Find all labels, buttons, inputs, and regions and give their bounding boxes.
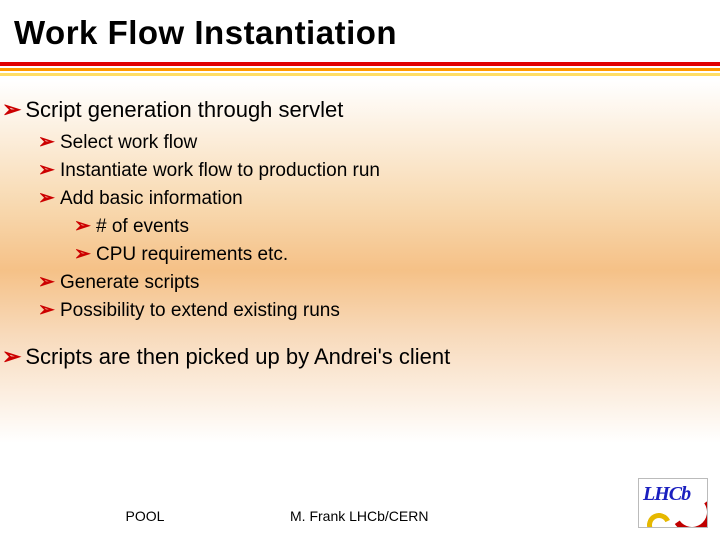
logo-swoosh-yellow — [644, 510, 675, 528]
bullet-l1: ➢Scripts are then picked up by Andrei's … — [20, 343, 700, 370]
spacer — [20, 325, 700, 343]
bullet-l1: ➢Script generation through servlet — [20, 96, 700, 123]
bullet-text: Generate scripts — [60, 272, 199, 293]
arrow-icon: ➢ — [20, 96, 21, 123]
bullet-l2: ➢Select work flow — [56, 129, 700, 154]
bullet-text: Script generation through servlet — [25, 97, 343, 122]
title-underline — [0, 62, 720, 76]
bullet-text: Select work flow — [60, 132, 197, 153]
bullet-l2: ➢Add basic information — [56, 185, 700, 210]
arrow-icon: ➢ — [20, 343, 21, 370]
bullet-text: Instantiate work flow to production run — [60, 160, 380, 181]
bullet-l2: ➢Generate scripts — [56, 269, 700, 294]
slide-content: ➢Script generation through servlet ➢Sele… — [0, 76, 720, 370]
bullet-l3: ➢# of events — [92, 213, 700, 238]
bullet-text: CPU requirements etc. — [96, 244, 288, 265]
bullet-l2: ➢Instantiate work flow to production run — [56, 157, 700, 182]
lhcb-logo: LHCb — [638, 478, 708, 528]
bullet-text: Add basic information — [60, 188, 243, 209]
bullet-l2: ➢Possibility to extend existing runs — [56, 297, 700, 322]
rule-red — [0, 62, 720, 66]
footer-left-text: POOL — [0, 508, 290, 528]
bullet-text: Possibility to extend existing runs — [60, 300, 340, 321]
rule-orange — [0, 68, 720, 71]
slide-footer: POOL M. Frank LHCb/CERN LHCb — [0, 478, 720, 528]
footer-mid-text: M. Frank LHCb/CERN — [290, 508, 638, 528]
bullet-l3: ➢CPU requirements etc. — [92, 241, 700, 266]
bullet-text: # of events — [96, 216, 189, 237]
slide-title: Work Flow Instantiation — [0, 0, 720, 58]
bullet-text: Scripts are then picked up by Andrei's c… — [25, 344, 450, 369]
